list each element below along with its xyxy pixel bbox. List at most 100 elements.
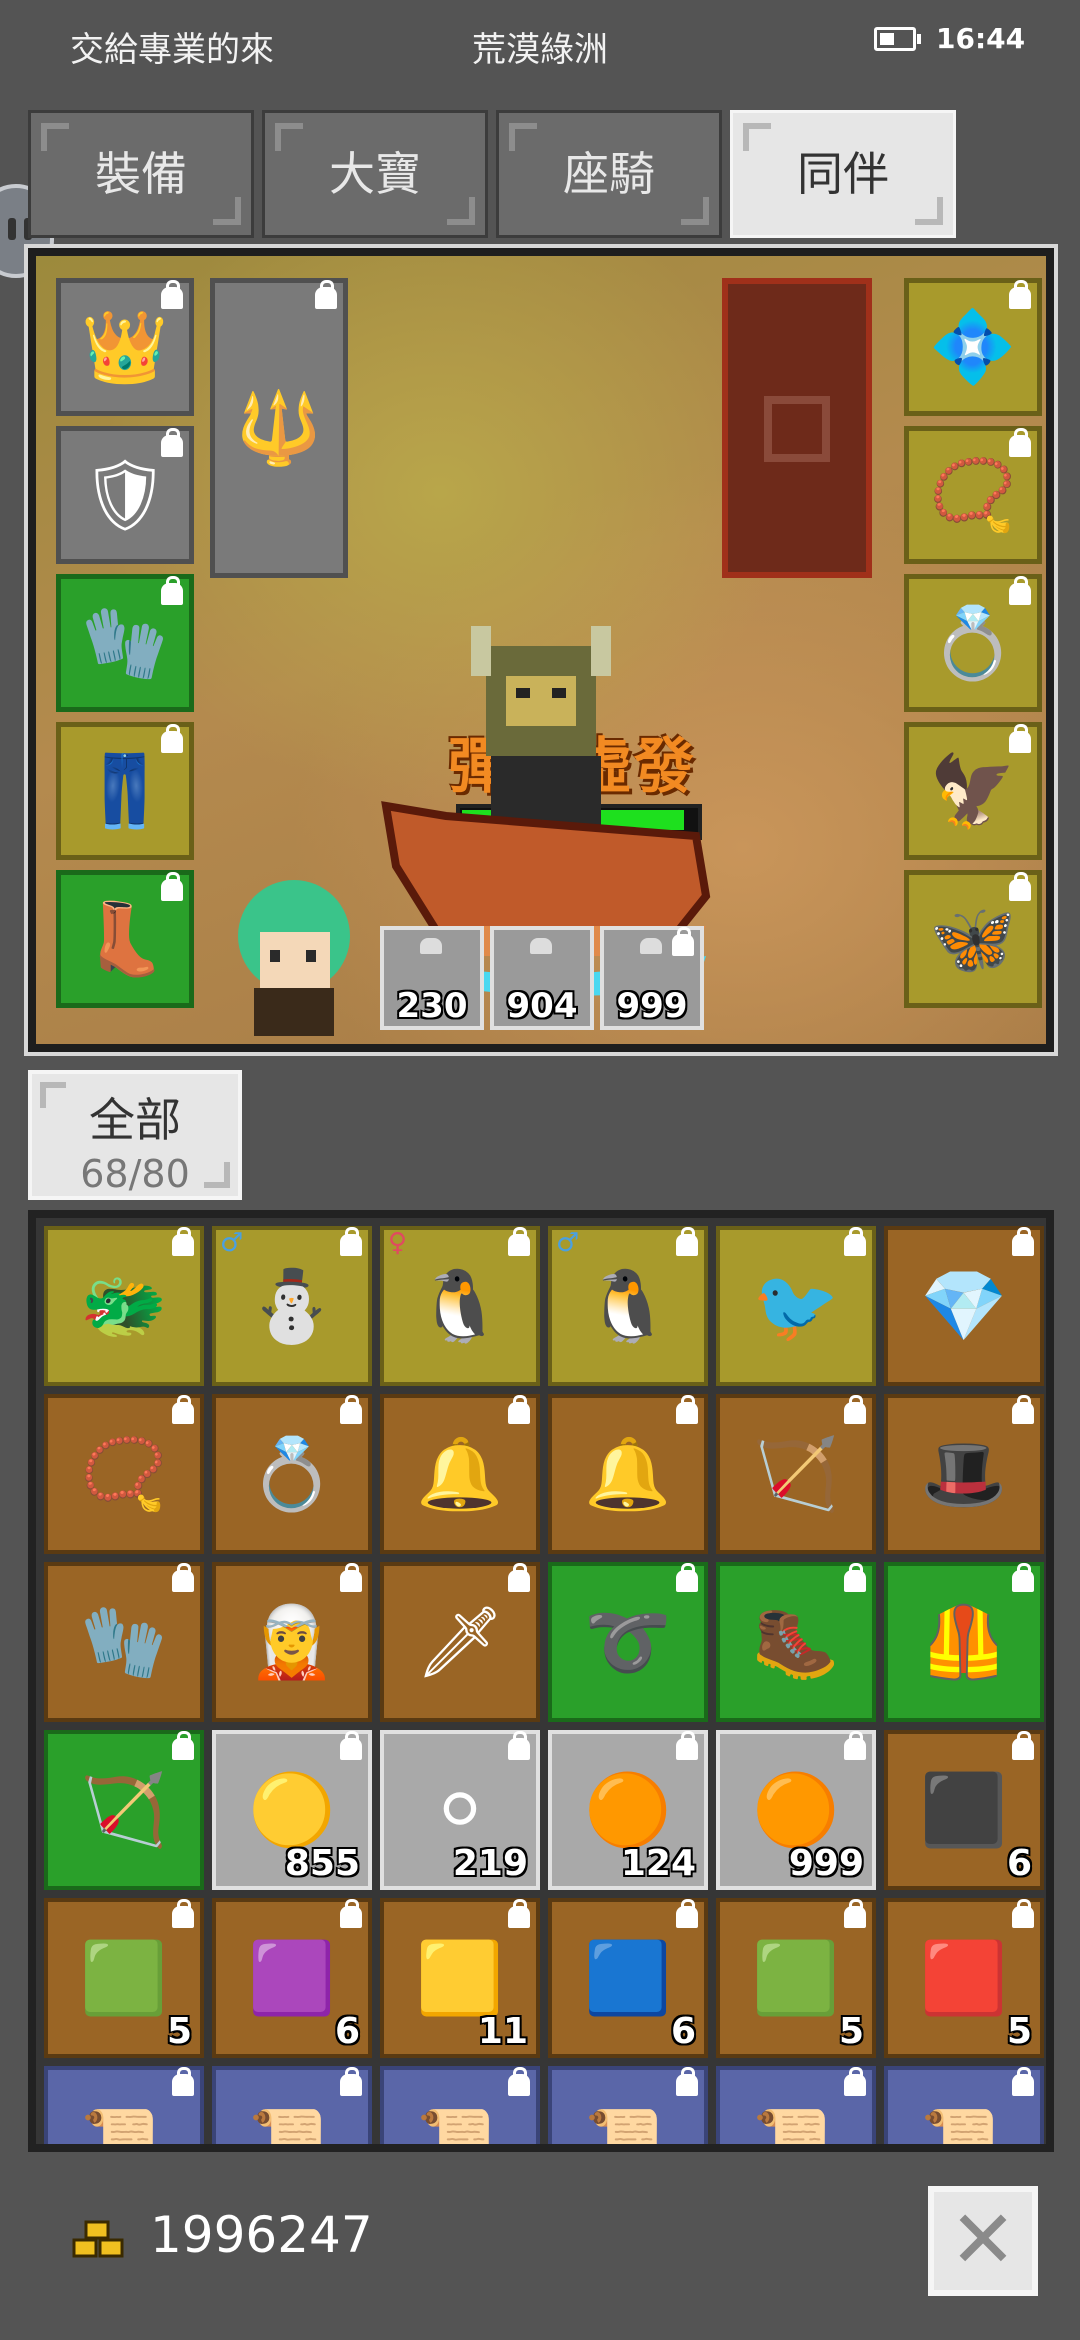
lock-icon [161, 576, 183, 605]
inventory-slot[interactable]: 📜 [884, 2066, 1044, 2144]
inventory-slot[interactable]: 🐧 ♀ [380, 1226, 540, 1386]
inventory-slot[interactable]: 🟠 124 [548, 1730, 708, 1890]
inventory-slot[interactable]: ⚪ 219 [380, 1730, 540, 1890]
purple-gem-icon: 🟪 [248, 1937, 336, 2019]
inventory-slot[interactable]: 🟨 11 [380, 1898, 540, 2058]
inventory-slot[interactable]: 🥾 [716, 1562, 876, 1722]
gender-icon: ♂ [556, 1228, 580, 1258]
inventory-slot[interactable]: 🟠 999 [716, 1730, 876, 1890]
boots-slot[interactable]: 👢 [56, 870, 194, 1008]
inventory-slot[interactable]: 🏹 [716, 1394, 876, 1554]
tab-mount[interactable]: 座騎 [496, 110, 722, 238]
inventory-slot[interactable]: 📜 [380, 2066, 540, 2152]
lock-icon [1009, 280, 1031, 309]
lock-icon [844, 1395, 866, 1424]
inventory-slot[interactable]: 📜 [44, 2066, 204, 2152]
lock-icon [161, 724, 183, 753]
inventory-slot[interactable]: 🦺 [884, 1562, 1044, 1722]
inventory-slot[interactable]: 📿 [44, 1394, 204, 1554]
inventory-slot[interactable]: 💎 [884, 1226, 1044, 1386]
gloves-slot[interactable]: 🧤 [56, 574, 194, 712]
potion-slot[interactable]: 999 [600, 926, 704, 1030]
tab-companion[interactable]: 同伴 [730, 110, 956, 238]
lock-icon [172, 1395, 194, 1424]
pet-slot[interactable]: 🦋 [904, 870, 1042, 1008]
lock-icon [676, 1563, 698, 1592]
item-count: 855 [284, 1843, 360, 1884]
lock-icon [844, 1899, 866, 1928]
scroll-icon: 📜 [248, 2105, 336, 2152]
inventory-panel[interactable]: 🐲 ⛄ ♂ 🐧 ♀ 🐧 ♂ 🐦 💎 📿 💍 🔔 🔔 🏹 🎩 🧤 🧝 🗡 ➰ 🥾 🦺 🏹 🟡 855 ⚪ 219 🟠 124 🟠 999 ⬛ 6… [28, 1210, 1054, 2152]
lock-icon [1012, 1563, 1034, 1592]
penguin-portrait-icon: 🐧 [416, 1265, 504, 1347]
lock-icon [1012, 1899, 1034, 1928]
close-button[interactable]: ✕ [928, 2186, 1038, 2296]
potion-slot[interactable]: 904 [490, 926, 594, 1030]
inventory-slot[interactable]: 🟩 5 [44, 1898, 204, 2058]
lock-icon [508, 2067, 530, 2096]
potion-icon [640, 938, 662, 954]
inventory-slot[interactable]: 🐲 [44, 1226, 204, 1386]
inventory-slot[interactable]: 🏹 [44, 1730, 204, 1890]
lock-icon [161, 428, 183, 457]
inventory-slot[interactable]: 🧤 [44, 1562, 204, 1722]
potion-slot[interactable]: 230 [380, 926, 484, 1030]
penguin-portrait-icon: 🐧 [584, 1265, 672, 1347]
inventory-slot[interactable]: 📜 [212, 2066, 372, 2152]
inventory-slot[interactable]: ⬛ 6 [884, 1730, 1044, 1890]
inventory-slot[interactable]: 📜 [716, 2066, 876, 2144]
inventory-slot[interactable]: 🟥 5 [884, 1898, 1044, 2058]
scroll-slot[interactable] [722, 278, 872, 578]
legs-slot[interactable]: 👖 [56, 722, 194, 860]
gender-icon: ♂ [220, 1228, 244, 1258]
weapon-slot[interactable]: 🔱 [210, 278, 348, 578]
lock-icon [676, 1731, 698, 1760]
inventory-slot[interactable]: 🔔 [380, 1394, 540, 1554]
winged-creature-icon: 🦋 [929, 898, 1017, 980]
inventory-slot[interactable]: 🟩 5 [716, 1898, 876, 2058]
blue-gem-icon: 🟦 [584, 1937, 672, 2019]
status-bar: 交給專業的來 荒漠綠洲 16:44 [0, 0, 1080, 86]
lock-icon [508, 1899, 530, 1928]
inventory-slot[interactable]: 🎩 [884, 1394, 1044, 1554]
category-all-tab[interactable]: 全部 68/80 [28, 1070, 242, 1200]
inventory-slot[interactable]: 🗡 [380, 1562, 540, 1722]
status-time: 16:44 [936, 22, 1026, 55]
gold-earring-icon: 🔔 [584, 1433, 672, 1515]
potion-count: 230 [396, 986, 468, 1026]
item-count: 999 [788, 1843, 864, 1884]
inventory-slot[interactable]: ➰ [548, 1562, 708, 1722]
tab-label: 裝備 [95, 147, 187, 201]
inventory-slot[interactable]: 🟦 6 [548, 1898, 708, 2058]
tab-treasure[interactable]: 大寶 [262, 110, 488, 238]
inventory-slot[interactable]: 🧝 [212, 1562, 372, 1722]
dragon-portrait-icon: 🐲 [80, 1265, 168, 1347]
inventory-slot[interactable]: 📜 [548, 2066, 708, 2144]
tab-equipment[interactable]: 裝備 [28, 110, 254, 238]
item-count: 5 [1006, 2011, 1032, 2052]
helmet-slot[interactable]: 👑 [56, 278, 194, 416]
amulet-slot[interactable]: 💠 [904, 278, 1042, 416]
inventory-slot[interactable]: 🐧 ♂ [548, 1226, 708, 1386]
tab-label: 大寶 [329, 147, 421, 201]
item-count: 11 [477, 2011, 528, 2052]
lock-icon [315, 280, 337, 309]
inventory-slot[interactable]: 🟪 6 [212, 1898, 372, 2058]
scroll-icon: 📜 [80, 2105, 168, 2152]
gender-icon: ♀ [388, 1228, 408, 1258]
inventory-slot[interactable]: ⛄ ♂ [212, 1226, 372, 1386]
necklace-slot[interactable]: 📿 [904, 426, 1042, 564]
inventory-slot[interactable]: 🟡 855 [212, 1730, 372, 1890]
companion-slot[interactable]: 🦅 [904, 722, 1042, 860]
inventory-slot[interactable]: 💍 [212, 1394, 372, 1554]
armor-slot[interactable]: 🛡 [56, 426, 194, 564]
scroll-icon: 📜 [416, 2105, 504, 2152]
inventory-slot[interactable]: 🐦 [716, 1226, 876, 1386]
lock-icon [172, 2067, 194, 2096]
item-count: 6 [1006, 1843, 1032, 1884]
ring-slot[interactable]: 💍 [904, 574, 1042, 712]
inventory-slot[interactable]: 🔔 [548, 1394, 708, 1554]
spear-icon: 🔱 [235, 387, 323, 469]
potion-icon [530, 938, 552, 954]
copper-ore-icon: 🟠 [584, 1769, 672, 1851]
